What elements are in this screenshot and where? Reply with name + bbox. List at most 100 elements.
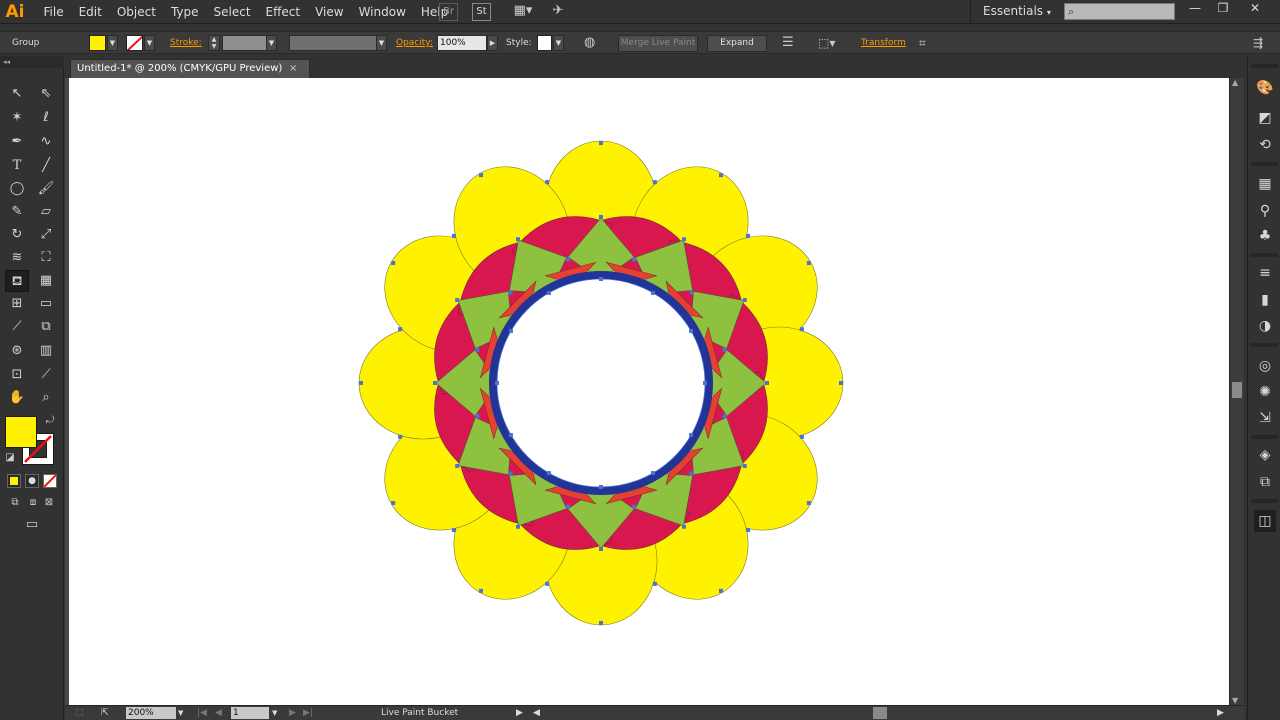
menu-effect[interactable]: Effect — [258, 0, 308, 24]
horizontal-scroll-thumb[interactable] — [873, 707, 887, 719]
stroke-label[interactable]: Stroke: — [170, 32, 202, 55]
graphic-styles-panel-icon[interactable]: ✺ — [1254, 381, 1276, 403]
slice-tool-icon[interactable]: ⟋ — [34, 364, 58, 386]
anchor-point[interactable] — [516, 237, 520, 242]
anchor-point[interactable] — [689, 329, 694, 333]
menu-window[interactable]: Window — [351, 0, 413, 24]
transparency-panel-icon[interactable]: ◑ — [1254, 315, 1276, 337]
curvature-tool-icon[interactable]: ∿ — [34, 131, 58, 153]
align-options-icon[interactable]: ⬚▾ — [818, 32, 835, 55]
fill-color-swatch[interactable] — [89, 35, 106, 51]
pen-tool-icon[interactable]: ✒ — [5, 131, 29, 153]
anchor-point[interactable] — [806, 261, 811, 265]
anchor-point[interactable] — [451, 233, 456, 238]
menu-view[interactable]: View — [308, 0, 351, 24]
appearance-panel-icon[interactable]: ◎ — [1254, 355, 1276, 377]
menu-file[interactable]: File — [36, 0, 71, 24]
scroll-left-icon[interactable]: ◀ — [533, 706, 540, 720]
close-button[interactable]: ✕ — [1240, 0, 1270, 16]
recolor-artwork-icon[interactable]: ◍ — [584, 32, 595, 55]
anchor-point[interactable] — [651, 290, 655, 295]
blend-tool-icon[interactable]: ⧉ — [34, 316, 58, 338]
artboard-dropdown-icon[interactable]: ▼ — [272, 706, 277, 720]
scale-tool-icon[interactable]: ⤢ — [34, 224, 58, 246]
anchor-point[interactable] — [799, 434, 804, 439]
anchor-point[interactable] — [455, 298, 460, 302]
document-tab[interactable]: Untitled-1* @ 200% (CMYK/GPU Preview) × — [70, 59, 310, 78]
anchor-point[interactable] — [565, 504, 570, 509]
last-artboard-icon[interactable]: ▶| — [303, 706, 313, 720]
menu-edit[interactable]: Edit — [71, 0, 109, 24]
first-artboard-icon[interactable]: |◀ — [197, 706, 207, 720]
lasso-tool-icon[interactable]: ℓ — [34, 107, 58, 129]
eyedropper-tool-icon[interactable]: ⟋ — [5, 316, 29, 338]
gradient-panel-icon[interactable]: ▮ — [1254, 289, 1276, 311]
graphic-style-swatch[interactable] — [537, 35, 552, 51]
anchor-point[interactable] — [599, 485, 603, 489]
draw-normal-icon[interactable]: ⧉ — [8, 497, 22, 509]
anchor-point[interactable] — [391, 501, 396, 505]
tools-panel-grip[interactable]: ◂◂ — [0, 56, 64, 68]
live-paint-rosette[interactable] — [69, 78, 1229, 705]
zoom-dropdown-icon[interactable]: ▼ — [178, 706, 183, 720]
anchor-point[interactable] — [652, 180, 657, 185]
column-graph-tool-icon[interactable]: ▥ — [34, 340, 58, 362]
default-fill-stroke-icon[interactable]: ◪ — [4, 452, 16, 464]
control-bar-menu-icon[interactable]: ⇶ — [1253, 32, 1263, 55]
anchor-point[interactable] — [508, 290, 513, 295]
draw-behind-icon[interactable]: ⧈ — [26, 497, 40, 509]
scroll-up-icon[interactable]: ▲ — [1232, 78, 1238, 87]
perspective-grid-tool-icon[interactable]: ▦ — [34, 270, 58, 292]
opacity-arrow-icon[interactable]: ▶ — [487, 35, 498, 51]
line-segment-tool-icon[interactable]: ╱ — [34, 155, 58, 177]
selection-tool-icon[interactable]: ↖ — [5, 83, 29, 105]
swap-fill-stroke-icon[interactable]: ⤾ — [44, 415, 56, 427]
draw-inside-icon[interactable]: ⊠ — [42, 497, 56, 509]
anchor-point[interactable] — [455, 464, 460, 468]
live-paint-options-icon[interactable]: ☰ — [782, 32, 794, 55]
opacity-label[interactable]: Opacity: — [396, 32, 433, 55]
center-hole[interactable] — [496, 278, 706, 488]
screen-mode-icon[interactable]: ▭ — [22, 518, 42, 531]
hand-tool-icon[interactable]: ✋ — [5, 387, 29, 409]
menu-object[interactable]: Object — [109, 0, 163, 24]
merge-live-paint-button[interactable]: Merge Live Paint — [618, 35, 698, 52]
anchor-point[interactable] — [632, 504, 637, 509]
anchor-point[interactable] — [359, 381, 363, 385]
zoom-tool-icon[interactable]: ⌕ — [34, 387, 58, 409]
magic-wand-tool-icon[interactable]: ✶ — [5, 107, 29, 129]
direct-selection-tool-icon[interactable]: ⇖ — [34, 83, 58, 105]
anchor-point[interactable] — [599, 547, 603, 551]
anchor-point[interactable] — [599, 215, 603, 219]
swatches-panel-icon[interactable]: ▦ — [1254, 173, 1276, 195]
menu-select[interactable]: Select — [206, 0, 258, 24]
anchor-point[interactable] — [545, 581, 550, 586]
stroke-weight-field[interactable] — [222, 35, 267, 51]
stroke-dropdown-icon[interactable]: ▼ — [144, 35, 155, 51]
gpu-performance-icon[interactable]: ✈ — [548, 3, 568, 21]
anchor-point[interactable] — [451, 528, 456, 533]
next-artboard-icon[interactable]: ▶ — [289, 706, 296, 720]
anchor-point[interactable] — [547, 290, 551, 295]
artboard[interactable] — [69, 78, 1229, 705]
profile-dropdown-icon[interactable]: ▼ — [376, 35, 387, 51]
anchor-point[interactable] — [547, 471, 551, 476]
vertical-scroll-thumb[interactable] — [1232, 382, 1242, 398]
bridge-button[interactable]: Br — [439, 3, 458, 21]
anchor-point[interactable] — [516, 524, 520, 529]
anchor-point[interactable] — [398, 327, 403, 332]
style-dropdown-icon[interactable]: ▼ — [553, 35, 564, 51]
gradient-tool-icon[interactable]: ▭ — [34, 293, 58, 315]
anchor-point[interactable] — [742, 298, 747, 302]
anchor-point[interactable] — [479, 588, 483, 593]
anchor-point[interactable] — [719, 173, 723, 178]
stroke-none-swatch[interactable] — [126, 35, 143, 51]
anchor-point[interactable] — [479, 173, 483, 178]
anchor-point[interactable] — [391, 261, 396, 265]
eraser-tool-icon[interactable]: ▱ — [34, 201, 58, 223]
anchor-point[interactable] — [719, 588, 723, 593]
free-transform-tool-icon[interactable]: ⛶ — [34, 247, 58, 269]
anchor-point[interactable] — [682, 524, 686, 529]
anchor-point[interactable] — [495, 381, 499, 385]
zoom-field[interactable]: 200% — [126, 707, 176, 719]
